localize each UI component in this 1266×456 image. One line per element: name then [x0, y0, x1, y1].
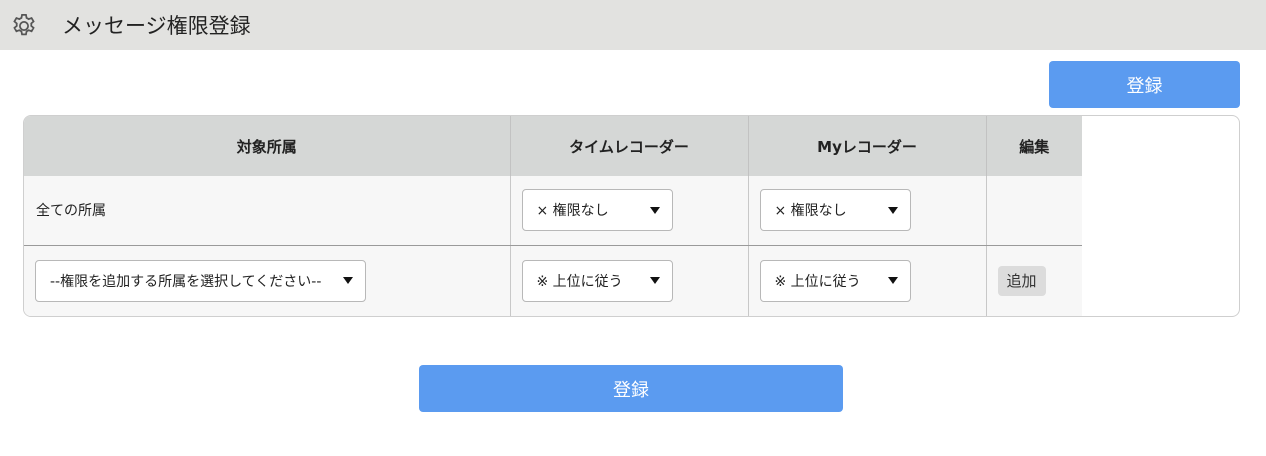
header-time-recorder: タイムレコーダー	[510, 116, 749, 176]
time-cell: ※ 上位に従う	[510, 245, 749, 316]
permission-table: 対象所属 タイムレコーダー Myレコーダー 編集 全ての所属 × 権限なし × …	[24, 116, 1082, 316]
my-recorder-select[interactable]: ※ 上位に従う	[759, 259, 911, 302]
register-button-bottom[interactable]: 登録	[419, 365, 843, 412]
caret-down-icon	[649, 277, 660, 284]
caret-down-icon	[343, 277, 353, 284]
select-value: --権限を追加する所属を選択してください--	[50, 273, 322, 290]
select-value: × 権限なし	[774, 203, 847, 220]
caret-down-icon	[887, 206, 898, 214]
time-recorder-select[interactable]: ※ 上位に従う	[521, 259, 673, 302]
edit-cell	[986, 176, 1082, 246]
gear-icon[interactable]	[10, 12, 38, 40]
caret-down-icon	[649, 206, 660, 214]
time-cell: × 権限なし	[510, 176, 749, 246]
target-cell: --権限を追加する所属を選択してください--	[24, 245, 511, 316]
header-edit: 編集	[986, 116, 1082, 176]
page-header: メッセージ権限登録	[0, 0, 1266, 50]
register-button-top[interactable]: 登録	[1049, 61, 1240, 108]
table-row: 全ての所属 × 権限なし × 権限なし	[24, 176, 1082, 246]
edit-cell: 追加	[986, 245, 1082, 316]
my-cell: ※ 上位に従う	[748, 245, 987, 316]
select-value: ※ 上位に従う	[774, 273, 861, 290]
header-my-recorder: Myレコーダー	[748, 116, 987, 176]
select-value: × 権限なし	[536, 203, 609, 220]
page-title: メッセージ権限登録	[62, 14, 251, 38]
table-row: --権限を追加する所属を選択してください-- ※ 上位に従う ※ 上位に従う 追…	[24, 245, 1082, 316]
caret-down-icon	[887, 277, 898, 284]
my-recorder-select[interactable]: × 権限なし	[759, 189, 911, 232]
header-target: 対象所属	[24, 116, 511, 176]
target-select[interactable]: --権限を追加する所属を選択してください--	[35, 259, 366, 302]
permission-table-container: 対象所属 タイムレコーダー Myレコーダー 編集 全ての所属 × 権限なし × …	[23, 115, 1240, 317]
time-recorder-select[interactable]: × 権限なし	[521, 189, 673, 232]
my-cell: × 権限なし	[748, 176, 987, 246]
select-value: ※ 上位に従う	[536, 273, 623, 290]
target-label: 全ての所属	[24, 176, 511, 246]
add-button[interactable]: 追加	[997, 265, 1046, 296]
